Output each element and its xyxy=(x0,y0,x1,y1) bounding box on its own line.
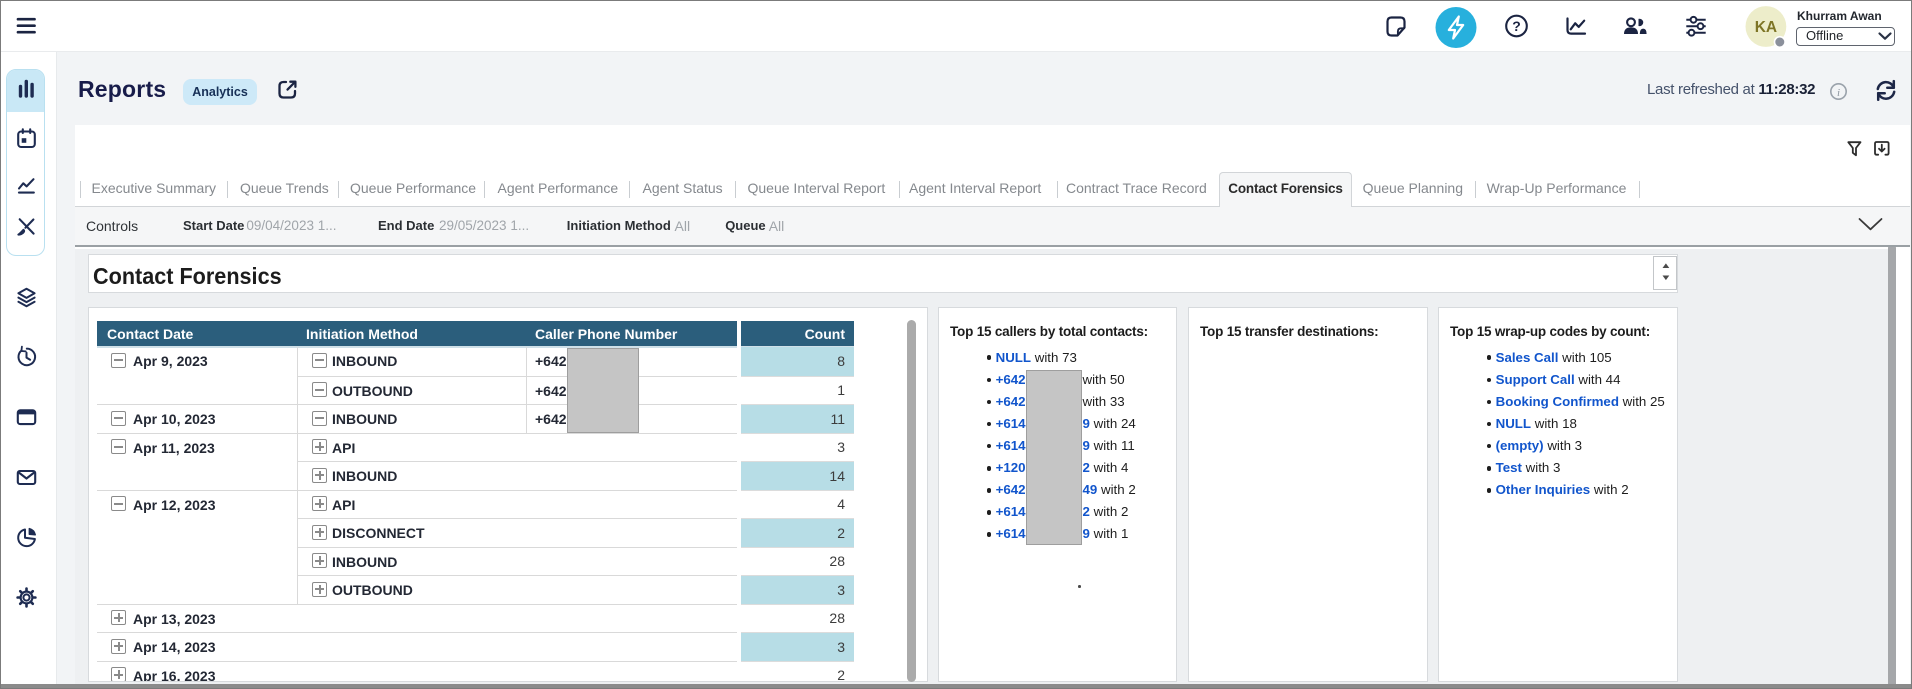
svg-text:i: i xyxy=(1837,87,1840,99)
svg-text:KA: KA xyxy=(1755,19,1777,36)
svg-text:?: ? xyxy=(1512,18,1521,34)
